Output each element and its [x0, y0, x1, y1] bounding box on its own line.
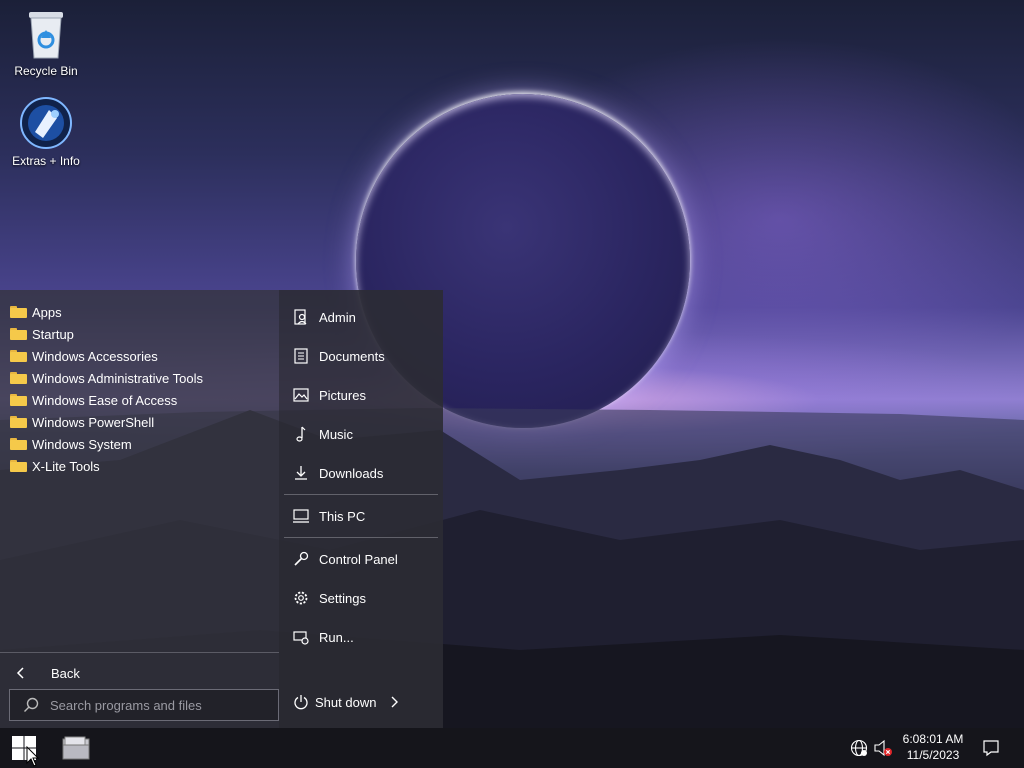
separator — [284, 494, 438, 495]
start-menu-places-pane: Admin Documents Pictures Music Downloads — [279, 290, 443, 728]
recycle-bin-icon — [29, 12, 63, 59]
clock[interactable]: 6:08:01 AM 11/5/2023 — [900, 731, 966, 763]
chevron-right-icon[interactable] — [388, 695, 400, 709]
folder-icon — [10, 394, 27, 406]
folder-label: Windows Accessories — [32, 348, 158, 364]
folder-icon — [10, 416, 27, 428]
search-input[interactable] — [48, 696, 272, 714]
desktop-icon-recycle-bin[interactable]: Recycle Bin — [1, 8, 91, 78]
start-button[interactable] — [0, 728, 48, 768]
folder-item-windows-ease-of-access[interactable]: Windows Ease of Access — [10, 390, 177, 410]
search-icon — [24, 697, 39, 712]
start-menu: Apps Startup Windows Accessories Windows… — [0, 290, 443, 728]
clock-date: 11/5/2023 — [906, 748, 960, 762]
extras-info-icon — [20, 97, 72, 149]
folder-icon — [10, 328, 27, 340]
place-label: Admin — [319, 309, 356, 325]
folder-icon — [10, 306, 27, 318]
mouse-cursor-icon — [26, 746, 40, 767]
folder-icon — [10, 438, 27, 450]
folder-item-startup[interactable]: Startup — [10, 324, 74, 344]
volume-muted-icon[interactable] — [873, 739, 893, 757]
user-icon — [291, 308, 311, 326]
shutdown-button[interactable]: Shut down — [293, 694, 400, 710]
folder-item-windows-accessories[interactable]: Windows Accessories — [10, 346, 158, 366]
download-icon — [291, 464, 311, 482]
picture-icon — [291, 386, 311, 404]
notification-icon[interactable] — [982, 739, 1000, 757]
wrench-icon — [291, 550, 311, 568]
place-item-settings[interactable]: Settings — [291, 586, 366, 610]
power-icon — [294, 695, 308, 710]
shutdown-label: Shut down — [315, 694, 377, 710]
place-item-this-pc[interactable]: This PC — [291, 504, 365, 528]
clock-time: 6:08:01 AM — [902, 732, 964, 746]
music-note-icon — [291, 425, 311, 443]
place-label: Music — [319, 426, 353, 442]
folder-icon — [10, 372, 27, 384]
taskbar: 6:08:01 AM 11/5/2023 — [0, 728, 1024, 768]
taskbar-file-explorer[interactable] — [56, 728, 96, 768]
folder-label: Windows System — [32, 436, 132, 452]
folder-label: X-Lite Tools — [32, 458, 100, 474]
place-label: Documents — [319, 348, 385, 364]
place-label: Control Panel — [319, 551, 398, 567]
place-label: Downloads — [319, 465, 384, 481]
place-item-control-panel[interactable]: Control Panel — [291, 547, 398, 571]
run-icon — [291, 628, 311, 646]
folder-item-apps[interactable]: Apps — [10, 302, 62, 322]
document-icon — [291, 347, 311, 365]
place-label: This PC — [319, 508, 366, 524]
folder-item-windows-system[interactable]: Windows System — [10, 434, 132, 454]
chevron-left-icon — [16, 667, 24, 679]
desktop-icon-label: Extras + Info — [12, 154, 80, 168]
folder-icon — [10, 460, 27, 472]
place-item-run[interactable]: Run... — [291, 625, 354, 649]
file-explorer-icon — [62, 736, 90, 760]
desktop-icon-extras-info[interactable]: Extras + Info — [1, 96, 91, 168]
back-button[interactable]: Back — [0, 652, 279, 693]
place-label: Run... — [319, 629, 354, 645]
place-label: Pictures — [319, 387, 366, 403]
place-label: Settings — [319, 590, 366, 606]
folder-icon — [10, 350, 27, 362]
folder-label: Apps — [32, 304, 62, 320]
place-item-pictures[interactable]: Pictures — [291, 383, 366, 407]
search-box[interactable] — [9, 689, 279, 721]
folder-item-windows-powershell[interactable]: Windows PowerShell — [10, 412, 154, 432]
gear-icon — [291, 589, 311, 607]
desktop-icon-label: Recycle Bin — [14, 64, 78, 78]
computer-icon — [291, 507, 311, 525]
separator — [284, 537, 438, 538]
folder-item-windows-administrative-tools[interactable]: Windows Administrative Tools — [10, 368, 203, 388]
place-item-downloads[interactable]: Downloads — [291, 461, 383, 485]
folder-label: Windows Ease of Access — [32, 392, 178, 408]
back-label: Back — [51, 665, 80, 681]
folder-label: Windows Administrative Tools — [32, 370, 203, 386]
folder-label: Startup — [32, 326, 74, 342]
place-item-admin[interactable]: Admin — [291, 305, 356, 329]
place-item-documents[interactable]: Documents — [291, 344, 385, 368]
place-item-music[interactable]: Music — [291, 422, 353, 446]
folder-item-x-lite-tools[interactable]: X-Lite Tools — [10, 456, 100, 476]
folder-label: Windows PowerShell — [32, 414, 155, 430]
network-globe-icon[interactable] — [850, 739, 868, 757]
